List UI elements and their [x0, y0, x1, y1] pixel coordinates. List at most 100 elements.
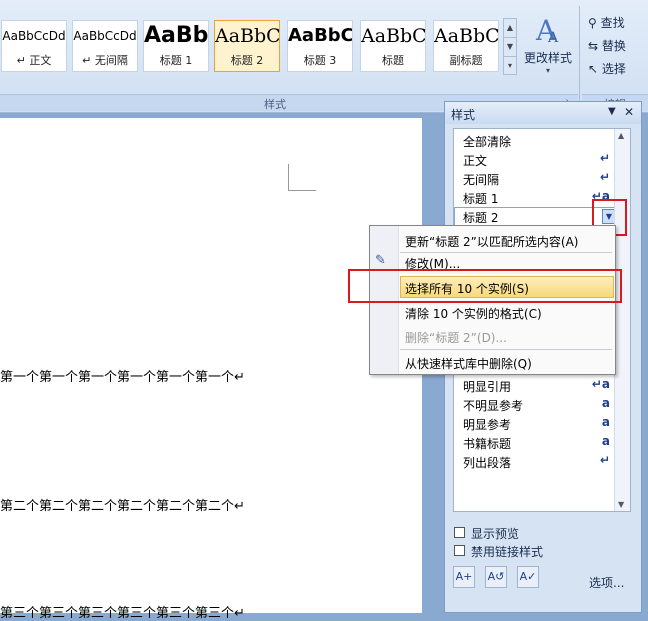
menu-item-label: 清除 10 个实例的格式(C) [405, 307, 542, 321]
pane-menu-icon[interactable]: ▼ [608, 106, 616, 117]
replace-icon: ⇆ [588, 39, 602, 53]
style-item-label: 明显参考 [463, 418, 512, 432]
disable-linked-styles-label: 禁用链接样式 [471, 545, 544, 559]
style-inspector-icon[interactable]: A↺ [485, 566, 507, 588]
show-preview-checkbox[interactable] [454, 527, 465, 538]
character-style-icon: a [601, 415, 610, 429]
style-normal[interactable]: AaBbCcDd ↵ 正文 [1, 20, 67, 72]
style-item-label: 不明显参考 [463, 399, 524, 413]
change-styles-icon: A A [535, 14, 559, 47]
style-item-label: 无间隔 [463, 173, 500, 187]
options-link[interactable]: 选项... [589, 574, 624, 591]
menu-item-remove-from-gallery[interactable]: 从快速样式库中删除(Q) [400, 351, 614, 373]
scroll-up-icon[interactable]: ▲ [618, 131, 624, 140]
style-item-label: 标题 1 [463, 192, 499, 206]
replace-button[interactable]: ⇆ 替换 [588, 37, 626, 54]
style-sample: AaBbC [215, 25, 279, 47]
style-name: 副标题 [449, 54, 483, 67]
group-divider [579, 6, 580, 110]
menu-item-label: 从快速样式库中删除(Q) [405, 357, 532, 371]
style-subtitle[interactable]: AaBbC 副标题 [433, 20, 499, 72]
style-item-normal[interactable]: 正文 ↵ [454, 150, 614, 169]
ribbon: AaBbCcDd ↵ 正文 AaBbCcDd ↵ 无间隔 AaBb 标题 1 A… [0, 0, 648, 113]
style-item-no-spacing[interactable]: 无间隔 ↵ [454, 169, 614, 188]
style-name: 标题 2 [230, 54, 264, 67]
style-heading-3[interactable]: AaBbC 标题 3 [287, 20, 353, 72]
style-name: ↵ 无间隔 [82, 54, 128, 67]
margin-mark [288, 190, 316, 191]
style-name: ↵ 正文 [16, 54, 52, 67]
menu-item-highlight-box [348, 269, 622, 303]
style-item-label: 全部清除 [463, 135, 512, 149]
style-sample: AaBb [144, 23, 208, 48]
replace-label: 替换 [601, 39, 626, 53]
linked-style-icon: ↵a [591, 377, 610, 391]
menu-item-delete-style: 删除“标题 2”(D)... [400, 325, 614, 347]
paragraph-mark-icon: ↵ [599, 170, 610, 184]
style-item-label: 标题 2 [463, 211, 499, 225]
styles-list-scrollbar[interactable]: ▲ ▼ [614, 129, 630, 511]
gallery-down-icon[interactable]: ▼ [504, 38, 516, 57]
gallery-up-icon[interactable]: ▲ [504, 19, 516, 38]
styles-group-label: 样式 [264, 98, 286, 111]
style-name: 标题 3 [303, 54, 337, 67]
style-item-intense-quote[interactable]: 明显引用 ↵a [454, 376, 614, 395]
style-sample: AaBbC [361, 25, 425, 47]
style-item-intense-reference[interactable]: 明显参考 a [454, 414, 614, 433]
style-sample: AaBbC [288, 25, 352, 46]
style-item-clear-all[interactable]: 全部清除 [454, 131, 614, 150]
style-sample: AaBbCcDd [73, 29, 137, 43]
style-name: 标题 1 [159, 54, 193, 67]
menu-separator [400, 349, 612, 350]
style-item-label: 书籍标题 [463, 437, 512, 451]
show-preview-label: 显示预览 [471, 527, 520, 541]
change-styles-button[interactable]: A A 更改样式 ▾ [521, 14, 575, 84]
style-item-subtle-reference[interactable]: 不明显参考 a [454, 395, 614, 414]
binoculars-icon: ⚲ [588, 16, 601, 30]
select-label: 选择 [601, 62, 626, 76]
document-line[interactable]: 第一个第一个第一个第一个第一个第一个↵ [0, 366, 245, 385]
menu-item-clear-formatting[interactable]: 清除 10 个实例的格式(C) [400, 301, 614, 323]
menu-item-update-to-match[interactable]: 更新“标题 2”以匹配所选内容(A) [400, 229, 614, 251]
character-style-icon: a [601, 434, 610, 448]
document-line[interactable]: 第三个第三个第三个第三个第三个第三个↵ [0, 602, 245, 621]
paragraph-mark-icon: ↵ [599, 453, 610, 467]
manage-styles-icon[interactable]: A✓ [517, 566, 539, 588]
style-item-book-title[interactable]: 书籍标题 a [454, 433, 614, 452]
new-style-icon[interactable]: A+ [453, 566, 475, 588]
document-line[interactable]: 第二个第二个第二个第二个第二个第二个↵ [0, 495, 245, 514]
style-item-label: 明显引用 [463, 380, 512, 394]
character-style-icon: a [601, 396, 610, 410]
quick-styles-gallery: AaBbCcDd ↵ 正文 AaBbCcDd ↵ 无间隔 AaBb 标题 1 A… [0, 18, 503, 75]
modify-pencil-icon: ✎ [375, 253, 386, 268]
menu-item-label: 更新“标题 2”以匹配所选内容(A) [405, 235, 579, 249]
select-button[interactable]: ↖ 选择 [588, 60, 626, 77]
style-item-list-paragraph[interactable]: 列出段落 ↵ [454, 452, 614, 471]
disable-linked-styles-checkbox[interactable] [454, 545, 465, 556]
style-heading-1[interactable]: AaBb 标题 1 [143, 20, 209, 72]
style-item-heading-1[interactable]: 标题 1 ↵a [454, 188, 614, 207]
styles-pane-header: 样式 ▼ ✕ [445, 102, 641, 124]
style-item-label: 正文 [463, 154, 488, 168]
chevron-down-icon: ▾ [545, 66, 550, 75]
svg-text:A: A [547, 30, 559, 46]
scroll-down-icon[interactable]: ▼ [618, 500, 624, 509]
change-styles-label: 更改样式 [523, 51, 572, 65]
paragraph-mark-icon: ↵ [599, 151, 610, 165]
gallery-scroll[interactable]: ▲ ▼ ▾ [503, 18, 517, 75]
find-button[interactable]: ⚲ 查找 [588, 14, 625, 31]
style-title[interactable]: AaBbC 标题 [360, 20, 426, 72]
style-sample: AaBbC [434, 25, 498, 47]
style-heading-2[interactable]: AaBbC 标题 2 [214, 20, 280, 72]
margin-mark [288, 164, 289, 191]
styles-pane-title: 样式 [451, 108, 476, 122]
style-sample: AaBbCcDd [2, 29, 66, 43]
style-name: 标题 [382, 54, 404, 67]
find-label: 查找 [600, 16, 625, 30]
gallery-more-icon[interactable]: ▾ [504, 57, 516, 75]
close-icon[interactable]: ✕ [624, 105, 634, 119]
style-item-label: 列出段落 [463, 456, 512, 470]
style-no-spacing[interactable]: AaBbCcDd ↵ 无间隔 [72, 20, 138, 72]
cursor-icon: ↖ [588, 62, 602, 76]
document-page[interactable]: 第一个第一个第一个第一个第一个第一个↵ 第二个第二个第二个第二个第二个第二个↵ … [0, 118, 422, 621]
